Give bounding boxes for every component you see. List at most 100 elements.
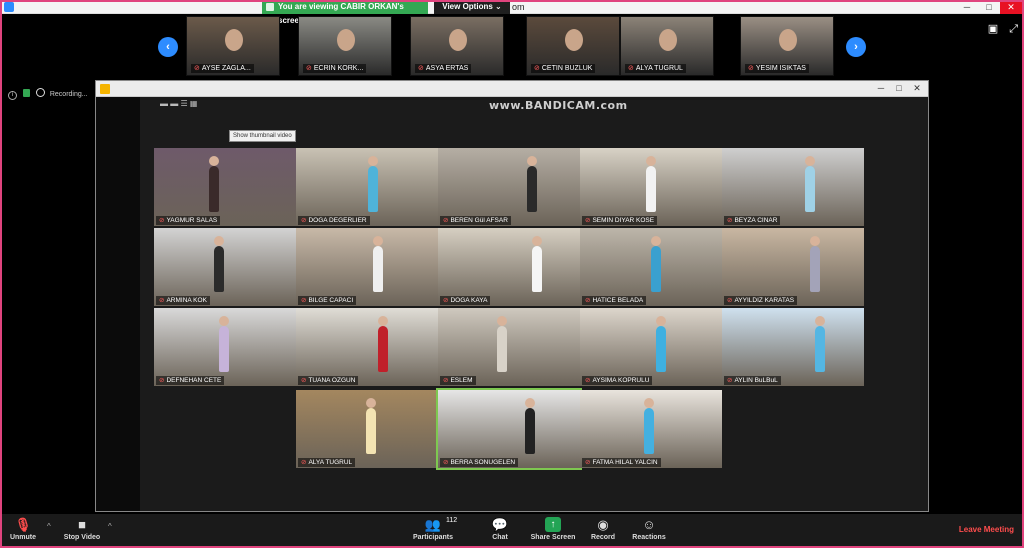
dancer-head: [378, 316, 388, 326]
muted-mic-icon: ⊘: [301, 297, 307, 304]
gallery-thumbnail[interactable]: ⊘ CETIN BUZLUK: [526, 16, 620, 76]
participant-name: ⊘ ECRIN KORK...: [303, 64, 367, 73]
chat-button[interactable]: 💬 Chat: [486, 517, 514, 541]
participant-name: ⊘ YESIM ISIKTAS: [745, 64, 809, 73]
dancer-figure: [219, 326, 229, 372]
tile-name-text: BERRA SONUGELEN: [450, 459, 516, 466]
participant-face: [225, 29, 243, 51]
muted-mic-icon: ⊘: [443, 459, 449, 466]
dancer-head: [644, 398, 654, 408]
video-tile[interactable]: ⊘ HATICE BELADA: [580, 228, 722, 306]
video-tile[interactable]: ⊘ DOGA KAYA: [438, 228, 580, 306]
muted-mic-icon: ⊘: [301, 377, 307, 384]
video-tile[interactable]: ⊘ DEFNEHAN CETE: [154, 308, 296, 386]
dancer-figure: [525, 408, 535, 454]
minimize-button[interactable]: ─: [956, 0, 978, 14]
tile-name-label: ⊘ FATMA HILAL YALCIN: [582, 458, 661, 467]
dancer-figure: [810, 246, 820, 292]
tile-name-text: DOGA DEGERLIER: [308, 217, 367, 224]
audio-options-caret-icon[interactable]: ^: [47, 522, 51, 531]
fullscreen-icon[interactable]: ⤢: [1009, 23, 1018, 35]
thumbnail-toolbar-icons[interactable]: ▬ ▬ ☰ ▦: [160, 99, 197, 108]
participant-name: ⊘ ALYA TUGRUL: [625, 64, 686, 73]
shared-close-button[interactable]: ✕: [910, 83, 924, 94]
tile-name-text: ESLEM: [450, 377, 473, 384]
shared-maximize-button[interactable]: □: [892, 83, 906, 93]
muted-mic-icon: ⊘: [443, 217, 449, 224]
unmute-button[interactable]: 🎙 Unmute: [6, 517, 40, 541]
tile-name-label: ⊘ BEREN Gül AFSAR: [440, 216, 511, 225]
muted-mic-icon: ⊘: [443, 297, 449, 304]
close-button[interactable]: ✕: [1000, 0, 1022, 14]
gallery-thumbnail[interactable]: ⊘ YESIM ISIKTAS: [740, 16, 834, 76]
thumbnail-tooltip: Show thumbnail video: [229, 130, 296, 142]
tile-name-text: HATICE BELADA: [592, 297, 644, 304]
room-background: [296, 390, 438, 468]
muted-mic-icon: ⊘: [585, 217, 591, 224]
tile-name-label: ⊘ ALYA TUGRUL: [298, 458, 356, 467]
video-tile[interactable]: ⊘ SEMIN DIYAR KOSE: [580, 148, 722, 226]
gallery-thumbnail[interactable]: ⊘ AYSE ZAGLA...: [186, 16, 280, 76]
video-options-caret-icon[interactable]: ^: [108, 522, 112, 531]
video-tile[interactable]: ⊘ AYYILDIZ KARATAS: [722, 228, 864, 306]
room-background: [580, 148, 722, 226]
gallery-thumbnail[interactable]: ⊘ ECRIN KORK...: [298, 16, 392, 76]
stop-video-button[interactable]: ■ Stop Video: [60, 517, 104, 541]
dancer-head: [651, 236, 661, 246]
record-button[interactable]: ◉ Record: [588, 517, 618, 541]
participant-name-text: ALYA TUGRUL: [635, 65, 683, 72]
tile-name-label: ⊘ TUANA OZGUN: [298, 376, 359, 385]
dancer-head: [209, 156, 219, 166]
video-tile[interactable]: ⊘ BEREN Gül AFSAR: [438, 148, 580, 226]
gallery-thumbnail[interactable]: ⊘ ALYA TUGRUL: [620, 16, 714, 76]
top-right-controls: ▣ ⤢: [980, 22, 1018, 36]
tile-name-label: ⊘ AYYILDIZ KARATAS: [724, 296, 798, 305]
video-tile[interactable]: ⊘ BILGE CAPACI: [296, 228, 438, 306]
shared-minimize-button[interactable]: ─: [874, 83, 888, 93]
room-background: [154, 308, 296, 386]
gallery-next-button[interactable]: ›: [846, 37, 866, 57]
chat-label: Chat: [492, 534, 508, 541]
video-tile[interactable]: ⊘ BEYZA CINAR: [722, 148, 864, 226]
dancer-figure: [378, 326, 388, 372]
recording-indicator: i Recording...: [8, 88, 88, 100]
video-tile[interactable]: ⊘ DOGA DEGERLIER: [296, 148, 438, 226]
muted-mic-icon: ⊘: [628, 65, 634, 72]
chevron-left-icon: ‹: [166, 41, 170, 53]
video-tile[interactable]: ⊘ ESLEM: [438, 308, 580, 386]
speaker-view-icon[interactable]: ▣: [988, 23, 998, 35]
gallery-thumbnail[interactable]: ⊘ ASYA ERTAS: [410, 16, 504, 76]
dancer-figure: [214, 246, 224, 292]
leave-meeting-button[interactable]: Leave Meeting: [959, 525, 1014, 534]
reactions-button[interactable]: ☺ Reactions: [630, 517, 668, 541]
dancer-head: [373, 236, 383, 246]
muted-mic-icon: ⊘: [159, 297, 165, 304]
tile-name-text: BEREN Gül AFSAR: [450, 217, 508, 224]
participants-label: Participants: [412, 534, 454, 541]
info-icon[interactable]: i: [8, 91, 17, 100]
video-tile[interactable]: ⊘ ALYA TUGRUL: [296, 390, 438, 468]
room-background: [722, 228, 864, 306]
gallery-strip: ⊘ AYSE ZAGLA... ⊘ ECRIN KORK... ⊘ ASYA ERTAS ⊘…: [186, 16, 836, 78]
share-screen-button[interactable]: ↑ Share Screen: [528, 517, 578, 541]
record-status-icon: [35, 88, 45, 97]
chevron-down-icon: ⌄: [495, 2, 502, 11]
video-tile[interactable]: ⊘ FATMA HILAL YALCIN: [580, 390, 722, 468]
participant-name: ⊘ ASYA ERTAS: [415, 64, 472, 73]
video-tile[interactable]: ⊘ BERRA SONUGELEN: [436, 388, 582, 470]
muted-mic-icon: ⊘: [194, 65, 200, 72]
gallery-prev-button[interactable]: ‹: [158, 37, 178, 57]
view-options-button[interactable]: View Options ⌄: [434, 0, 510, 14]
video-tile[interactable]: ⊘ YAGMUR SALAS: [154, 148, 296, 226]
room-background: [580, 390, 722, 468]
video-tile[interactable]: ⊘ ARMINA KOK: [154, 228, 296, 306]
maximize-button[interactable]: □: [978, 0, 1000, 14]
record-label: Record: [590, 534, 616, 541]
video-tile[interactable]: ⊘ AYSIMA KOPRULU: [580, 308, 722, 386]
video-tile[interactable]: ⊘ TUANA OZGUN: [296, 308, 438, 386]
lock-icon[interactable]: [22, 89, 30, 97]
video-tile[interactable]: ⊘ AYLIN BuLBuL: [722, 308, 864, 386]
tile-name-label: ⊘ BEYZA CINAR: [724, 216, 781, 225]
tile-name-label: ⊘ DEFNEHAN CETE: [156, 376, 225, 385]
chevron-right-icon: ›: [854, 41, 858, 53]
